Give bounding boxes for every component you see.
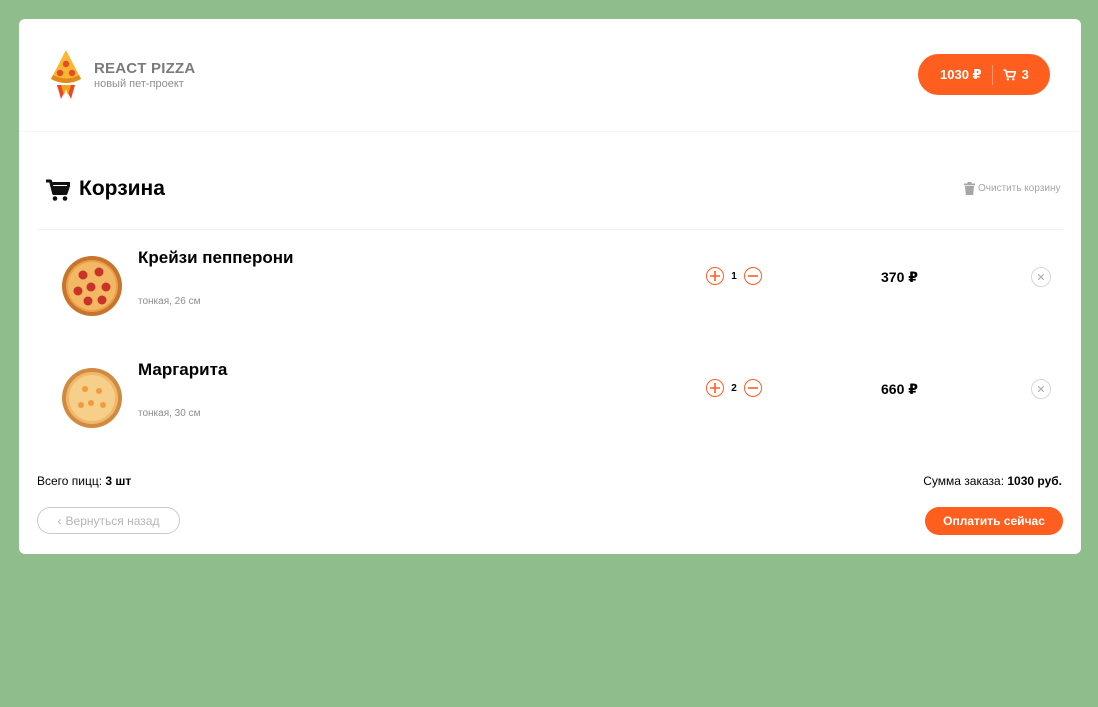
go-back-button[interactable]: ‹ Вернуться назад <box>37 507 180 534</box>
header: REACT PIZZA новый пет-проект 1030 ₽ 3 <box>19 19 1081 132</box>
total-count: Всего пицц: 3 шт <box>37 474 131 488</box>
order-sum-label: Сумма заказа: <box>923 474 1008 488</box>
minus-icon <box>748 275 758 277</box>
item-name: Крейзи пепперони <box>138 248 294 267</box>
header-cart-divider <box>991 64 993 85</box>
quantity-stepper: 2 <box>706 379 762 397</box>
close-icon <box>1038 274 1044 280</box>
item-description: тонкая, 30 см <box>138 408 201 419</box>
pay-now-button[interactable]: Оплатить сейчас <box>925 507 1063 535</box>
total-count-label: Всего пицц: <box>37 474 106 488</box>
item-name: Маргарита <box>138 360 228 379</box>
order-sum-value: 1030 руб. <box>1007 474 1062 488</box>
trash-icon <box>964 182 975 195</box>
remove-item-button[interactable] <box>1031 379 1051 399</box>
decrease-button[interactable] <box>744 267 762 285</box>
clear-cart-button[interactable]: Очистить корзину <box>964 182 1061 195</box>
item-price: 370 ₽ <box>881 269 918 285</box>
pizza-image <box>62 368 122 428</box>
clear-cart-label: Очистить корзину <box>978 183 1061 194</box>
pay-now-label: Оплатить сейчас <box>943 514 1045 528</box>
header-cart-button[interactable]: 1030 ₽ 3 <box>918 54 1050 95</box>
cart-icon <box>1003 68 1016 81</box>
minus-icon <box>748 387 758 389</box>
item-price: 660 ₽ <box>881 381 918 397</box>
plus-icon <box>710 271 720 281</box>
order-sum: Сумма заказа: 1030 руб. <box>923 474 1062 488</box>
plus-icon <box>710 383 720 393</box>
quantity-stepper: 1 <box>706 267 762 285</box>
pizza-image <box>62 256 122 316</box>
remove-item-button[interactable] <box>1031 267 1051 287</box>
total-count-value: 3 шт <box>105 474 132 488</box>
increase-button[interactable] <box>706 379 724 397</box>
pizza-logo-icon[interactable] <box>49 49 83 101</box>
decrease-button[interactable] <box>744 379 762 397</box>
chevron-left-icon: ‹ <box>57 513 62 528</box>
header-cart-price: 1030 ₽ <box>940 66 982 82</box>
cart-item: Крейзи пепперони тонкая, 26 см 1 370 ₽ <box>19 241 1081 331</box>
header-cart-count: 3 <box>1021 67 1029 82</box>
cart-item: Маргарита тонкая, 30 см 2 660 ₽ <box>19 353 1081 443</box>
brand-subtitle: новый пет-проект <box>94 78 184 90</box>
cart-icon <box>46 179 70 201</box>
close-icon <box>1038 386 1044 392</box>
cart-title: Корзина <box>79 177 165 200</box>
divider <box>37 229 1063 230</box>
item-description: тонкая, 26 см <box>138 296 201 307</box>
item-quantity: 1 <box>731 270 737 282</box>
item-quantity: 2 <box>731 382 737 394</box>
go-back-label: Вернуться назад <box>65 513 160 528</box>
increase-button[interactable] <box>706 267 724 285</box>
brand-title: REACT PIZZA <box>94 60 196 77</box>
app-container: REACT PIZZA новый пет-проект 1030 ₽ 3 Ко… <box>19 19 1081 554</box>
